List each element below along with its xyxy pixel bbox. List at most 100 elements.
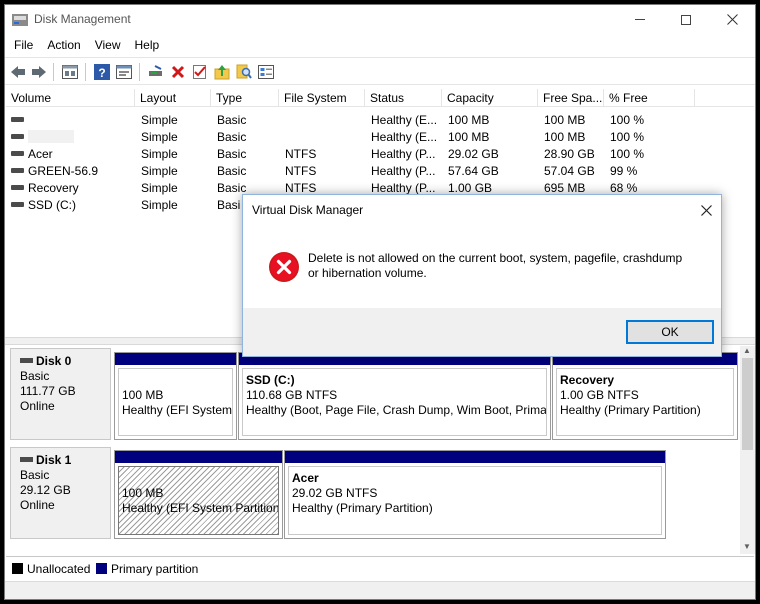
partition-name [122,373,232,388]
volume-free-space: 695 MB [544,181,586,195]
scrollbar-thumb[interactable] [742,358,753,450]
drive-icon [11,147,28,161]
partition-body: 100 MB Healthy (EFI System [118,368,233,436]
volume-row[interactable]: Acer Simple Basic NTFS Healthy (P... 29.… [6,145,754,162]
volume-type: Basic [217,113,247,127]
rescan-button[interactable] [147,63,165,81]
settings-button[interactable] [257,63,275,81]
column-header-volume[interactable]: Volume [6,89,135,107]
title-bar[interactable]: Disk Management [5,5,755,34]
partition-disk0-efi[interactable]: 100 MB Healthy (EFI System [114,352,237,440]
partition-size: 100 MB [122,486,164,500]
volume-capacity: 57.64 GB [448,164,499,178]
column-header-type[interactable]: Type [211,89,279,107]
menu-view[interactable]: View [88,34,128,56]
disk-graphical-view: Disk 0 Basic 111.77 GB Online 100 MB Hea… [6,346,739,547]
minimize-button[interactable] [617,5,663,34]
properties-button[interactable] [61,63,79,81]
menu-file[interactable]: File [7,34,40,56]
close-icon [700,204,712,216]
volume-name: GREEN-56.9 [28,164,99,178]
rescan-icon [149,65,162,76]
check-button[interactable] [191,63,209,81]
volume-percent-free: 100 % [610,147,645,161]
volume-percent-free: 100 % [610,113,645,127]
forward-button[interactable] [30,63,48,81]
volume-layout: Simple [141,113,178,127]
close-button[interactable] [709,5,755,34]
toolbar-separator [139,63,140,81]
partition-disk0-ssd-c[interactable]: SSD (C:) 110.68 GB NTFS Healthy (Boot, P… [238,352,551,440]
disk-size: 111.77 GB [20,384,76,398]
help-icon: ? [94,64,110,80]
disk-1-label[interactable]: Disk 1 Basic 29.12 GB Online [10,447,111,539]
volume-status: Healthy (P... [371,181,436,195]
volume-type: Basic [217,164,247,178]
legend-bar: Unallocated Primary partition [6,556,754,580]
disk-state: Online [20,399,55,413]
up-folder-icon [214,65,230,80]
dialog-message-line: or hibernation volume. [308,266,427,280]
drive-icon [11,130,28,144]
partition-name: Recovery [560,373,615,387]
column-header-status[interactable]: Status [365,89,442,107]
disk-management-app-icon [12,14,28,26]
scroll-up-icon[interactable]: ▲ [743,346,751,355]
disk-name: Disk 0 [36,354,72,368]
close-icon [726,14,738,25]
column-header-percent-free[interactable]: % Free [604,89,695,107]
partition-name: Acer [292,471,319,485]
ok-button[interactable]: OK [626,320,714,344]
column-header-file-system[interactable]: File System [279,89,365,107]
redacted-volume-name [28,130,74,143]
delete-button[interactable] [169,63,187,81]
menu-bar: File Action View Help [5,34,755,56]
partition-bar [285,451,665,463]
search-button[interactable] [235,63,253,81]
volume-status: Healthy (P... [371,164,436,178]
scroll-down-icon[interactable]: ▼ [743,542,751,551]
partition-body: SSD (C:) 110.68 GB NTFS Healthy (Boot, P… [242,368,547,436]
dialog-message: Delete is not allowed on the current boo… [308,251,708,281]
delete-icon [171,65,185,79]
volume-layout: Simple [141,198,178,212]
menu-help[interactable]: Help [128,34,167,56]
properties-icon [62,65,78,79]
dialog-close-button[interactable] [695,199,717,221]
volume-type: Basi [217,198,241,212]
volume-name: SSD (C:) [28,198,76,212]
up-folder-button[interactable] [213,63,231,81]
disk-0-label[interactable]: Disk 0 Basic 111.77 GB Online [10,348,111,440]
help-button[interactable]: ? [93,63,111,81]
partition-disk1-efi[interactable]: 100 MB Healthy (EFI System Partition) [114,450,283,539]
partition-disk0-recovery[interactable]: Recovery 1.00 GB NTFS Healthy (Primary P… [552,352,738,440]
volume-free-space: 28.90 GB [544,147,595,161]
column-header-free-space[interactable]: Free Spa... [538,89,604,107]
partition-size: 29.02 GB NTFS [292,486,378,500]
error-icon [269,252,299,282]
partition-disk1-acer[interactable]: Acer 29.02 GB NTFS Healthy (Primary Part… [284,450,666,539]
disk-state: Online [20,498,55,512]
drive-icon [11,181,28,195]
volume-row[interactable]: Simple Basic Healthy (E... 100 MB 100 MB… [6,111,754,128]
menu-action[interactable]: Action [40,34,87,56]
volume-row[interactable]: GREEN-56.9 Simple Basic NTFS Healthy (P.… [6,162,754,179]
primary-partition-swatch [96,563,107,574]
volume-layout: Simple [141,130,178,144]
search-icon [236,64,252,79]
disk-icon [20,358,33,364]
back-button[interactable] [9,63,27,81]
disk-view-scrollbar[interactable]: ▲ ▼ [740,346,755,554]
volume-row[interactable]: Simple Basic Healthy (E... 100 MB 100 MB… [6,128,754,145]
column-header-capacity[interactable]: Capacity [442,89,538,107]
disk-type: Basic [20,369,50,383]
partition-size: 110.68 GB NTFS [246,388,338,402]
volume-percent-free: 68 % [610,181,638,195]
console-button[interactable] [115,63,133,81]
column-header-layout[interactable]: Layout [135,89,211,107]
maximize-button[interactable] [663,5,709,34]
dialog-message-line: Delete is not allowed on the current boo… [308,251,683,265]
status-bar [5,581,755,599]
volume-capacity: 29.02 GB [448,147,499,161]
disk-type: Basic [20,468,50,482]
